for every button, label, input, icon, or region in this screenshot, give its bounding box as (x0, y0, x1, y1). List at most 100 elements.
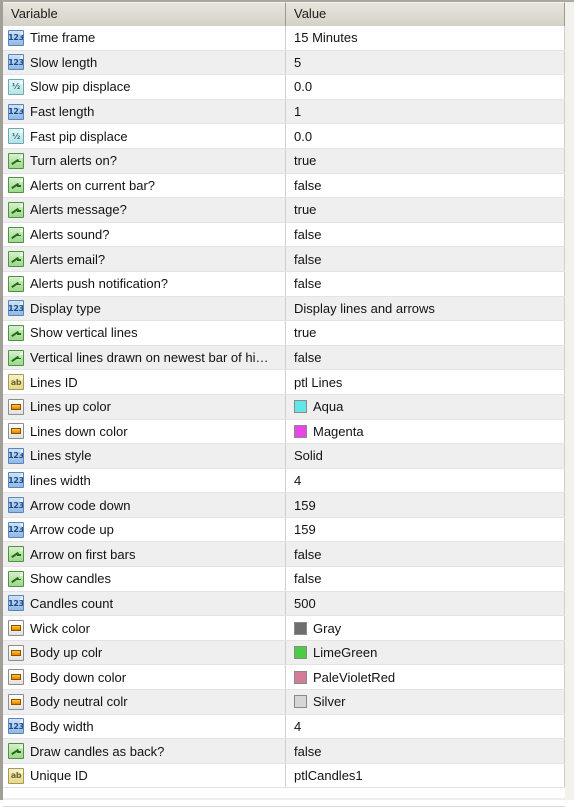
table-row[interactable]: ½Fast pip displace0.0 (3, 124, 565, 149)
variable-cell[interactable]: ½Slow pip displace (3, 75, 286, 99)
table-row[interactable]: 123Lines styleSolid (3, 444, 565, 469)
value-cell[interactable]: Gray (286, 616, 565, 640)
table-row[interactable]: Show vertical linestrue (3, 321, 565, 346)
value-cell[interactable]: LimeGreen (286, 641, 565, 665)
variable-cell[interactable]: Body down color (3, 665, 286, 689)
variable-label: Draw candles as back? (24, 744, 164, 759)
value-cell[interactable]: 15 Minutes (286, 26, 565, 50)
table-row[interactable]: 123Time frame15 Minutes (3, 26, 565, 51)
column-header-variable[interactable]: Variable (3, 2, 286, 26)
table-row[interactable]: Alerts on current bar?false (3, 174, 565, 199)
variable-cell[interactable]: Alerts message? (3, 198, 286, 222)
variable-cell[interactable]: Draw candles as back? (3, 739, 286, 763)
table-row[interactable]: Vertical lines drawn on newest bar of hi… (3, 346, 565, 371)
table-row[interactable]: Alerts push notification?false (3, 272, 565, 297)
table-row[interactable]: Lines up colorAqua (3, 395, 565, 420)
value-cell[interactable]: ptlCandles1 (286, 764, 565, 788)
variable-cell[interactable]: Lines up color (3, 395, 286, 419)
table-row[interactable]: Alerts email?false (3, 247, 565, 272)
value-cell[interactable]: 4 (286, 715, 565, 739)
table-row[interactable]: Draw candles as back? false (3, 739, 565, 764)
value-cell[interactable]: false (286, 346, 565, 370)
variable-cell[interactable]: Turn alerts on? (3, 149, 286, 173)
properties-grid[interactable]: Variable Value 123Time frame15 Minutes12… (3, 2, 565, 800)
table-row[interactable]: Body down colorPaleVioletRed (3, 665, 565, 690)
variable-cell[interactable]: ½Fast pip displace (3, 124, 286, 148)
variable-cell[interactable]: 123Lines style (3, 444, 286, 468)
value-cell[interactable]: 4 (286, 469, 565, 493)
variable-cell[interactable]: 123Body width (3, 715, 286, 739)
variable-cell[interactable]: Lines down color (3, 420, 286, 444)
variable-cell[interactable]: 123Fast length (3, 100, 286, 124)
variable-cell[interactable]: Show vertical lines (3, 321, 286, 345)
variable-cell[interactable]: Body neutral colr (3, 690, 286, 714)
value-cell[interactable]: false (286, 542, 565, 566)
table-row[interactable]: 123Body width4 (3, 715, 565, 740)
value-cell[interactable]: false (286, 223, 565, 247)
table-row[interactable]: 123Display typeDisplay lines and arrows (3, 297, 565, 322)
value-cell[interactable]: 159 (286, 493, 565, 517)
value-cell[interactable]: false (286, 567, 565, 591)
variable-cell[interactable]: Arrow on first bars (3, 542, 286, 566)
variable-cell[interactable]: 123Slow length (3, 51, 286, 75)
table-row[interactable]: Body neutral colrSilver (3, 690, 565, 715)
value-cell[interactable]: false (286, 272, 565, 296)
table-row[interactable]: 123Fast length1 (3, 100, 565, 125)
variable-cell[interactable]: 123lines width (3, 469, 286, 493)
value-cell[interactable]: 1 (286, 100, 565, 124)
value-cell[interactable]: ptl Lines (286, 370, 565, 394)
table-row[interactable]: ½Slow pip displace0.0 (3, 75, 565, 100)
variable-cell[interactable]: 123Candles count (3, 592, 286, 616)
value-cell[interactable]: Display lines and arrows (286, 297, 565, 321)
double-type-icon: ½ (8, 79, 24, 95)
value-cell[interactable]: 5 (286, 51, 565, 75)
table-row[interactable]: Wick colorGray (3, 616, 565, 641)
variable-cell[interactable]: 123Display type (3, 297, 286, 321)
table-row[interactable]: Alerts message?true (3, 198, 565, 223)
value-cell[interactable]: false (286, 739, 565, 763)
table-row[interactable]: 123Slow length5 (3, 51, 565, 76)
value-text: 500 (294, 596, 316, 611)
variable-cell[interactable]: Alerts on current bar? (3, 174, 286, 198)
table-row[interactable]: 123Arrow code down159 (3, 493, 565, 518)
value-cell[interactable]: 159 (286, 518, 565, 542)
variable-cell[interactable]: Alerts email? (3, 247, 286, 271)
variable-cell[interactable]: abUnique ID (3, 764, 286, 788)
value-cell[interactable]: Magenta (286, 420, 565, 444)
value-cell[interactable]: true (286, 198, 565, 222)
value-cell[interactable]: PaleVioletRed (286, 665, 565, 689)
variable-cell[interactable]: Alerts sound? (3, 223, 286, 247)
value-cell[interactable]: false (286, 247, 565, 271)
table-row[interactable]: Arrow on first barsfalse (3, 542, 565, 567)
variable-cell[interactable]: 123Arrow code up (3, 518, 286, 542)
table-row[interactable]: Turn alerts on?true (3, 149, 565, 174)
table-row[interactable]: 123lines width4 (3, 469, 565, 494)
value-cell[interactable]: Aqua (286, 395, 565, 419)
variable-cell[interactable]: 123Arrow code down (3, 493, 286, 517)
variable-cell[interactable]: Body up colr (3, 641, 286, 665)
value-cell[interactable]: false (286, 174, 565, 198)
table-row[interactable]: Alerts sound?false (3, 223, 565, 248)
value-cell[interactable]: true (286, 321, 565, 345)
variable-cell[interactable]: Wick color (3, 616, 286, 640)
table-row[interactable]: Lines down colorMagenta (3, 420, 565, 445)
variable-cell[interactable]: Show candles (3, 567, 286, 591)
value-cell[interactable]: 500 (286, 592, 565, 616)
value-cell[interactable]: 0.0 (286, 75, 565, 99)
value-cell[interactable]: 0.0 (286, 124, 565, 148)
color-type-icon (8, 620, 24, 636)
value-cell[interactable]: true (286, 149, 565, 173)
table-row[interactable]: Body up colrLimeGreen (3, 641, 565, 666)
table-row[interactable]: abLines IDptl Lines (3, 370, 565, 395)
table-row[interactable]: abUnique IDptlCandles1 (3, 764, 565, 789)
table-row[interactable]: Show candlesfalse (3, 567, 565, 592)
value-cell[interactable]: Silver (286, 690, 565, 714)
value-cell[interactable]: Solid (286, 444, 565, 468)
variable-cell[interactable]: Alerts push notification? (3, 272, 286, 296)
variable-cell[interactable]: Vertical lines drawn on newest bar of hi… (3, 346, 286, 370)
column-header-value[interactable]: Value (286, 2, 565, 26)
variable-cell[interactable]: abLines ID (3, 370, 286, 394)
table-row[interactable]: 123Arrow code up159 (3, 518, 565, 543)
variable-cell[interactable]: 123Time frame (3, 26, 286, 50)
table-row[interactable]: 123Candles count 500 (3, 592, 565, 617)
